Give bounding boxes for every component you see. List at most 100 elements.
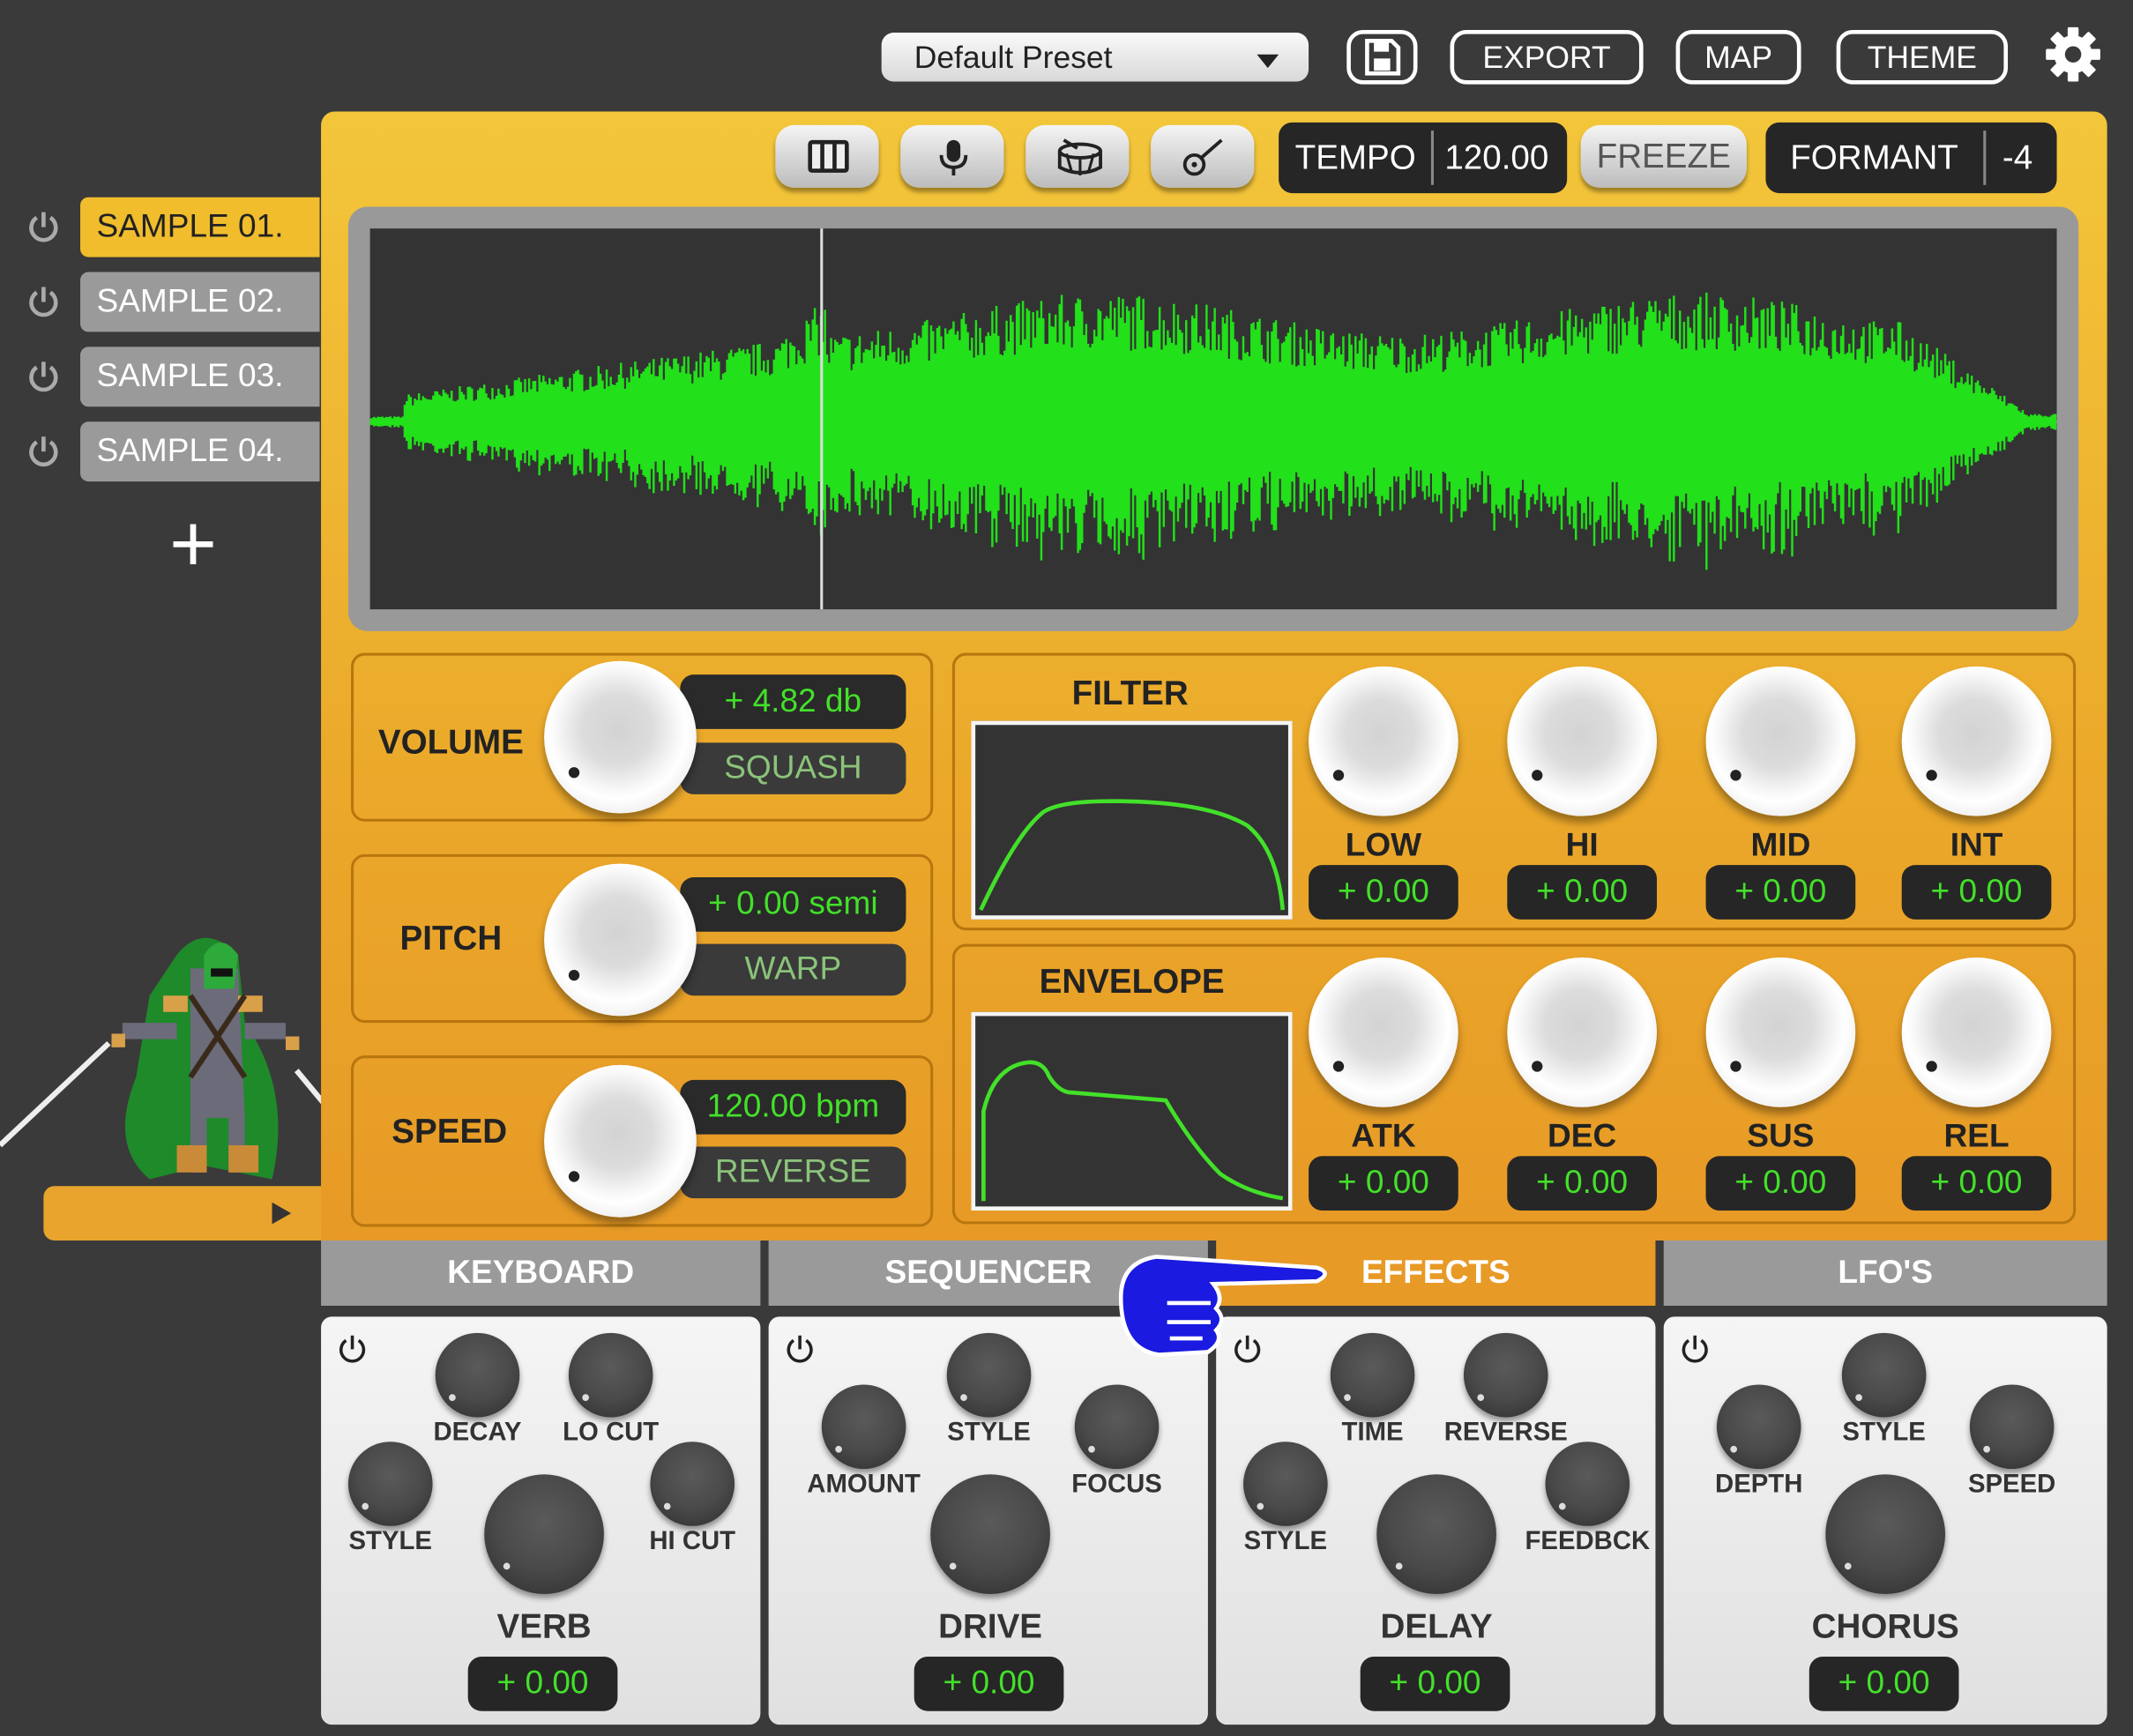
save-icon bbox=[1361, 37, 1402, 78]
envelope-curve bbox=[975, 1016, 1288, 1206]
sample-item-3[interactable]: SAMPLE 03. bbox=[80, 346, 320, 406]
chorus-depth-label: DEPTH bbox=[1689, 1471, 1828, 1501]
envelope-dec-knob[interactable] bbox=[1507, 957, 1657, 1107]
delay-reverse-label: REVERSE bbox=[1423, 1419, 1589, 1449]
delay-main-knob[interactable] bbox=[1376, 1474, 1496, 1594]
preset-dropdown[interactable]: Default Preset bbox=[882, 33, 1309, 82]
volume-knob[interactable] bbox=[544, 661, 697, 814]
drive-main-knob[interactable] bbox=[930, 1474, 1050, 1594]
power-icon[interactable] bbox=[26, 210, 61, 245]
chevron-down-icon bbox=[1257, 55, 1279, 68]
theme-button[interactable]: THEME bbox=[1837, 30, 2008, 85]
power-icon[interactable] bbox=[26, 434, 61, 469]
verb-main-knob[interactable] bbox=[484, 1474, 604, 1594]
delay-feedback-knob[interactable] bbox=[1546, 1442, 1630, 1526]
verb-decay-knob[interactable] bbox=[436, 1333, 520, 1418]
volume-label: VOLUME bbox=[378, 724, 524, 764]
drive-value[interactable]: + 0.00 bbox=[914, 1657, 1064, 1711]
sample-item-1[interactable]: SAMPLE 01. bbox=[80, 197, 320, 257]
pitch-value[interactable]: + 0.00 semi bbox=[680, 877, 906, 932]
volume-value[interactable]: + 4.82 db bbox=[680, 674, 906, 729]
delay-reverse-knob[interactable] bbox=[1464, 1333, 1548, 1418]
delay-title: DELAY bbox=[1301, 1607, 1573, 1647]
drive-style-label: STYLE bbox=[920, 1419, 1058, 1449]
verb-style-knob[interactable] bbox=[348, 1442, 433, 1526]
verb-value[interactable]: + 0.00 bbox=[468, 1657, 618, 1711]
chorus-main-knob[interactable] bbox=[1825, 1474, 1945, 1594]
speed-value[interactable]: 120.00 bpm bbox=[680, 1080, 906, 1135]
waveform-display[interactable] bbox=[370, 228, 2057, 609]
tab-lfos[interactable]: LFO'S bbox=[1664, 1241, 2107, 1306]
filter-hi-value[interactable]: + 0.00 bbox=[1507, 865, 1657, 920]
envelope-rel-knob[interactable] bbox=[1902, 957, 2052, 1107]
verb-hicut-knob[interactable] bbox=[650, 1442, 735, 1526]
filter-curve-display bbox=[971, 721, 1292, 920]
playback-bar[interactable] bbox=[43, 1186, 322, 1241]
drive-style-knob[interactable] bbox=[947, 1333, 1032, 1418]
verb-locut-label: LO CUT bbox=[541, 1419, 680, 1449]
gear-icon[interactable] bbox=[2043, 25, 2103, 85]
envelope-atk-label: ATK bbox=[1309, 1118, 1458, 1156]
power-icon[interactable] bbox=[26, 359, 61, 394]
pitch-label: PITCH bbox=[400, 920, 503, 959]
envelope-sus-value[interactable]: + 0.00 bbox=[1706, 1156, 1856, 1211]
chorus-speed-label: SPEED bbox=[1943, 1471, 2081, 1501]
drive-focus-knob[interactable] bbox=[1075, 1384, 1160, 1469]
filter-low-knob[interactable] bbox=[1309, 667, 1458, 816]
filter-mid-value[interactable]: + 0.00 bbox=[1706, 865, 1856, 920]
formant-value[interactable]: -4 bbox=[2002, 123, 2032, 193]
delay-style-knob[interactable] bbox=[1243, 1442, 1328, 1526]
save-button[interactable] bbox=[1346, 30, 1417, 85]
map-button[interactable]: MAP bbox=[1676, 30, 1801, 85]
microphone-mode-button[interactable] bbox=[900, 125, 1003, 188]
microphone-icon bbox=[930, 138, 976, 178]
power-icon[interactable] bbox=[26, 284, 61, 319]
waveform-path bbox=[370, 293, 2055, 570]
envelope-dec-value[interactable]: + 0.00 bbox=[1507, 1156, 1657, 1211]
envelope-sus-knob[interactable] bbox=[1706, 957, 1856, 1107]
delay-value[interactable]: + 0.00 bbox=[1361, 1657, 1510, 1711]
delay-feedback-label: FEEDBCK bbox=[1512, 1527, 1662, 1557]
envelope-atk-knob[interactable] bbox=[1309, 957, 1458, 1107]
squash-button[interactable]: SQUASH bbox=[680, 742, 906, 794]
playhead[interactable] bbox=[820, 228, 823, 609]
tempo-value[interactable]: 120.00 bbox=[1444, 123, 1548, 193]
verb-locut-knob[interactable] bbox=[569, 1333, 653, 1418]
envelope-curve-display bbox=[971, 1012, 1292, 1211]
filter-low-value[interactable]: + 0.00 bbox=[1309, 865, 1458, 920]
chorus-speed-knob[interactable] bbox=[1970, 1384, 2055, 1469]
tab-keyboard[interactable]: KEYBOARD bbox=[321, 1241, 760, 1306]
play-icon[interactable] bbox=[272, 1203, 292, 1225]
filter-hi-knob[interactable] bbox=[1507, 667, 1657, 816]
freeze-button[interactable]: FREEZE bbox=[1581, 125, 1747, 188]
envelope-atk-value[interactable]: + 0.00 bbox=[1309, 1156, 1458, 1211]
drive-amount-knob[interactable] bbox=[822, 1384, 906, 1469]
pitch-knob[interactable] bbox=[544, 864, 697, 1017]
power-icon[interactable] bbox=[336, 1333, 369, 1366]
speed-knob[interactable] bbox=[544, 1065, 697, 1218]
reverse-button[interactable]: REVERSE bbox=[680, 1146, 906, 1198]
sample-item-2[interactable]: SAMPLE 02. bbox=[80, 272, 320, 332]
sample-item-4[interactable]: SAMPLE 04. bbox=[80, 421, 320, 481]
drum-mode-button[interactable] bbox=[1025, 125, 1129, 188]
filter-mid-knob[interactable] bbox=[1706, 667, 1856, 816]
filter-int-value[interactable]: + 0.00 bbox=[1902, 865, 2052, 920]
envelope-rel-value[interactable]: + 0.00 bbox=[1902, 1156, 2052, 1211]
power-icon[interactable] bbox=[1679, 1333, 1712, 1366]
warp-button[interactable]: WARP bbox=[680, 944, 906, 996]
chorus-title: CHORUS bbox=[1749, 1607, 2022, 1647]
verb-decay-label: DECAY bbox=[408, 1419, 547, 1449]
chorus-style-label: STYLE bbox=[1815, 1419, 1953, 1449]
export-button[interactable]: EXPORT bbox=[1451, 30, 1644, 85]
filter-mid-label: MID bbox=[1706, 827, 1856, 865]
chorus-depth-knob[interactable] bbox=[1717, 1384, 1801, 1469]
power-icon[interactable] bbox=[784, 1333, 817, 1366]
chorus-value[interactable]: + 0.00 bbox=[1809, 1657, 1959, 1711]
piano-mode-button[interactable] bbox=[775, 125, 878, 188]
filter-int-knob[interactable] bbox=[1902, 667, 2052, 816]
drive-title: DRIVE bbox=[854, 1607, 1127, 1647]
chorus-style-knob[interactable] bbox=[1842, 1333, 1927, 1418]
add-sample-button[interactable]: + bbox=[153, 503, 235, 585]
guitar-mode-button[interactable] bbox=[1151, 125, 1254, 188]
sampler-app: Default Preset EXPORT MAP THEME SAMPLE 0… bbox=[0, 0, 2133, 1735]
